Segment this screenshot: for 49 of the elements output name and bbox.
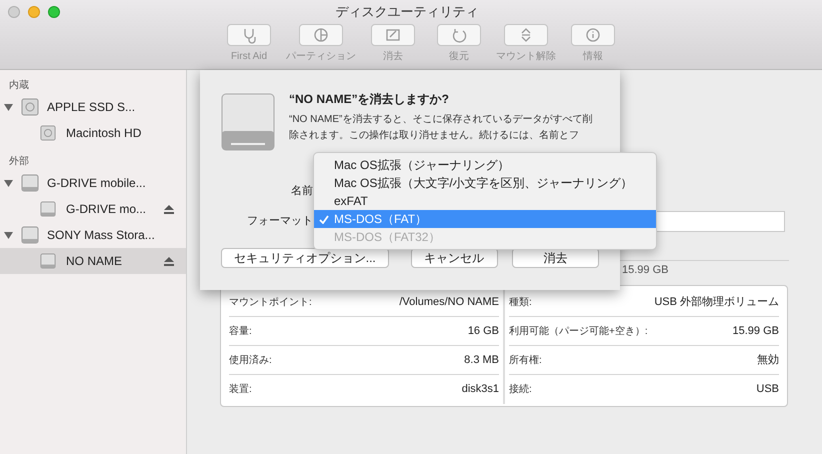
name-label: 名前 <box>291 184 313 199</box>
window-title: ディスクユーティリティ <box>334 3 480 22</box>
zoom-button[interactable] <box>48 6 60 18</box>
disclosure-triangle-icon[interactable] <box>4 178 13 188</box>
dialog-button[interactable]: キャンセル <box>410 248 498 268</box>
sidebar-item[interactable]: Macintosh HD <box>0 120 186 146</box>
info-value: disk3s1 <box>462 382 499 398</box>
drive-icon <box>21 226 39 244</box>
dialog-title: “NO NAME”を消去しますか? <box>289 91 450 108</box>
info-value: 16 GB <box>468 324 499 339</box>
info-label: 所有権: <box>509 354 542 368</box>
disclosure-triangle-icon[interactable] <box>4 230 13 240</box>
dialog-button[interactable]: 消去 <box>512 248 599 268</box>
info-label: 使用済み: <box>229 354 272 368</box>
info-label: 接続: <box>509 382 532 397</box>
info-value: /Volumes/NO NAME <box>399 294 499 310</box>
sidebar-item[interactable]: SONY Mass Stora... <box>0 222 186 248</box>
sidebar-item[interactable]: G-DRIVE mobile... <box>0 170 186 196</box>
sidebar-item[interactable]: APPLE SSD S... <box>0 94 186 120</box>
name-field[interactable] <box>655 211 785 232</box>
info-label: 利用可能（パージ可能+空き）: <box>509 324 648 338</box>
eject-icon[interactable] <box>164 204 174 214</box>
disclosure-triangle-icon[interactable] <box>4 102 13 112</box>
sidebar-item[interactable]: G-DRIVE mo... <box>0 196 186 222</box>
info-label: 種類: <box>509 296 532 310</box>
drive-icon <box>21 174 39 192</box>
dialog-message: “NO NAME”を消去すると、そこに保存されているデータがすべて削除されます。この操作は取り消せません。続けるには、名前とフ <box>289 112 594 143</box>
eject-icon[interactable] <box>164 256 174 266</box>
menu-item[interactable]: exFAT <box>314 192 656 210</box>
menu-item[interactable]: Mac OS拡張（大文字/小文字を区別、ジャーナリング） <box>314 174 656 192</box>
drive-icon <box>40 252 56 270</box>
menu-item[interactable]: Mac OS拡張（ジャーナリング） <box>314 156 656 174</box>
sidebar-item[interactable]: NO NAME <box>0 248 186 274</box>
info-label: マウントポイント: <box>229 296 312 310</box>
drive-icon <box>221 93 275 151</box>
info-label: 容量: <box>229 324 252 338</box>
section-header: 外部 <box>8 154 30 169</box>
drive-icon <box>40 200 56 218</box>
info-value: USB 外部物理ボリューム <box>654 294 779 310</box>
info-value: 8.3 MB <box>464 352 499 368</box>
info-value: 15.99 GB <box>732 324 779 339</box>
format-label: フォーマット <box>247 214 313 228</box>
checkmark-icon <box>319 214 329 224</box>
available-value: 15.99 GB <box>622 263 668 278</box>
info-label: 装置: <box>229 382 252 397</box>
dialog-button[interactable]: セキュリティオプション... <box>221 248 389 268</box>
info-value: USB <box>756 382 779 398</box>
section-header: 内蔵 <box>8 78 30 93</box>
info-value: 無効 <box>757 352 779 368</box>
